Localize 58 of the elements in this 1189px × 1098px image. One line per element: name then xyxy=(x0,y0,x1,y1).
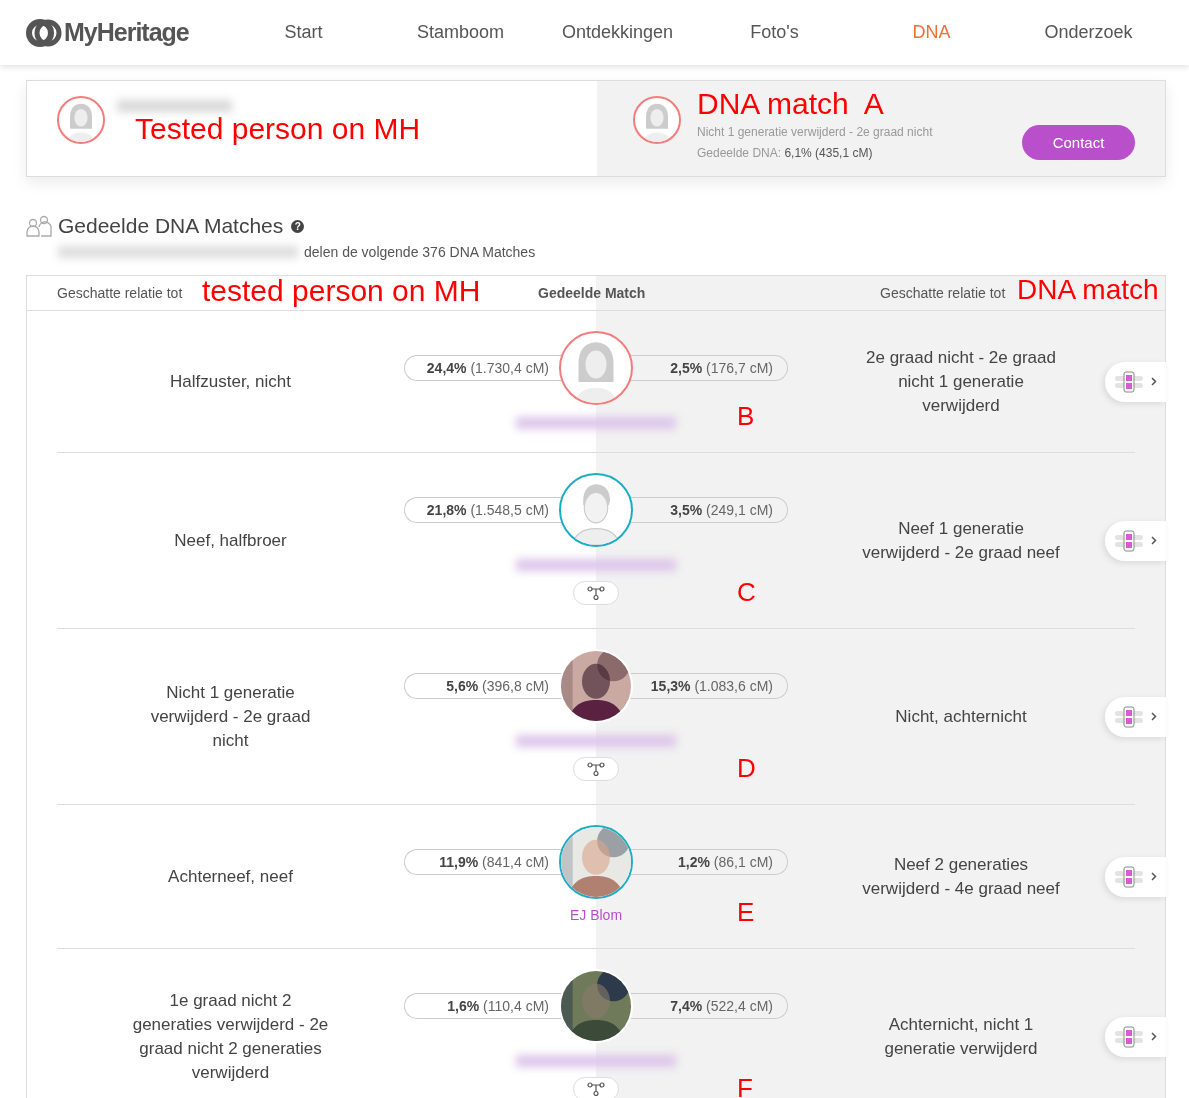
people-icon xyxy=(26,215,52,237)
relation-text: Nicht 1 generatie verwijderd - 2e graad nicht xyxy=(149,681,312,752)
chromosome-icon xyxy=(1114,1025,1143,1048)
annotation: C xyxy=(737,577,756,608)
match-name-link[interactable]: EJ Blom xyxy=(569,907,623,925)
chevron-icon xyxy=(1150,1032,1157,1041)
relation-text: Neef 2 generaties verwijderd - 4e graad neef xyxy=(861,853,1061,900)
annotation: E xyxy=(737,897,755,928)
tree-button[interactable] xyxy=(573,1077,619,1098)
relation-text: Achternicht, nicht 1 generatie verwijderd xyxy=(883,1013,1039,1060)
tree-button[interactable] xyxy=(573,757,619,781)
annotation: DNA match A xyxy=(697,87,885,121)
chromosome-icon xyxy=(1114,370,1143,393)
relation-text: Nicht, achternicht xyxy=(894,705,1028,728)
section-title: Gedeelde DNA Matches xyxy=(58,214,284,238)
chromosome-icon xyxy=(1114,865,1143,888)
annotation: Tested person on MH xyxy=(135,112,421,146)
tree-button[interactable] xyxy=(573,581,619,605)
section-subtitle: delen de volgende 376 DNA Matches xyxy=(304,244,536,260)
chromosome-button[interactable] xyxy=(1105,361,1166,402)
annotation: DNA match xyxy=(1017,274,1159,306)
help-icon[interactable]: ? xyxy=(291,219,305,233)
shared-dna-text: Gedeelde DNA: 6,1% (435,1 cM) xyxy=(697,146,874,160)
chevron-icon xyxy=(1150,712,1157,721)
relation-text: Achterneef, neef xyxy=(167,865,294,888)
relation-text: 2e graad nicht - 2e graad nicht 1 generatie verwijderd xyxy=(865,346,1057,417)
relation-text: Nicht 1 generatie verwijderd - 2e graad nicht xyxy=(697,125,933,139)
chromosome-button[interactable] xyxy=(1105,696,1166,737)
column-header: Gedeelde Match xyxy=(538,285,646,301)
nav-tab[interactable]: Ontdekkingen xyxy=(539,22,696,43)
chevron-icon xyxy=(1150,377,1157,386)
relation-text: Halfzuster, nicht xyxy=(169,370,292,393)
column-header: Geschatte relatie tot xyxy=(57,285,183,301)
column-header: Geschatte relatie tot xyxy=(880,285,1006,301)
nav-tab[interactable]: Foto's xyxy=(696,22,853,43)
nav-tab[interactable]: Stamboom xyxy=(382,22,539,43)
chromosome-button[interactable] xyxy=(1105,520,1166,561)
nav-tab[interactable]: Onderzoek xyxy=(1010,22,1167,43)
chromosome-button[interactable] xyxy=(1105,856,1166,897)
chromosome-icon xyxy=(1114,705,1143,728)
relation-text: 1e graad nicht 2 generaties verwijderd - 2e graad nicht 2 generaties verwijderd xyxy=(131,989,330,1084)
annotation: D xyxy=(737,753,756,784)
tree-icon xyxy=(587,762,605,776)
chromosome-button[interactable] xyxy=(1105,1016,1166,1057)
chromosome-icon xyxy=(1114,529,1143,552)
relation-text: Neef 1 generatie verwijderd - 2e graad neef xyxy=(861,517,1061,564)
tree-icon xyxy=(587,1082,605,1096)
relation-text: Neef, halfbroer xyxy=(173,529,288,552)
chevron-icon xyxy=(1150,536,1157,545)
chevron-icon xyxy=(1150,872,1157,881)
annotation: B xyxy=(737,401,755,432)
nav-tab[interactable]: Start xyxy=(225,22,382,43)
annotation: F xyxy=(737,1073,753,1098)
annotation: tested person on MH xyxy=(202,274,481,308)
logo-text[interactable]: MyHeritage xyxy=(64,18,189,47)
tree-icon xyxy=(587,586,605,600)
logo-icon xyxy=(26,17,62,48)
contact-button[interactable]: Contact xyxy=(1022,125,1135,160)
